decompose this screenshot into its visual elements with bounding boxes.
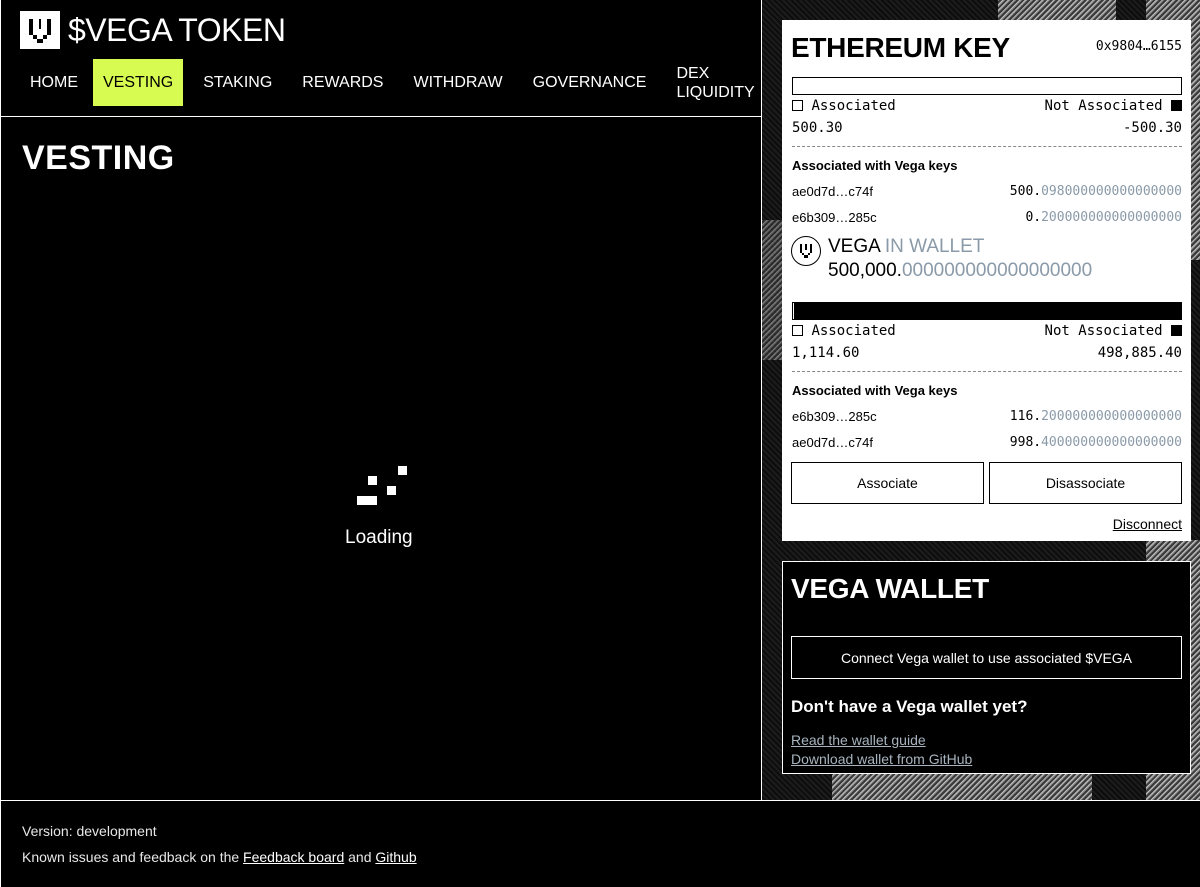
association-bar-1 bbox=[792, 77, 1182, 95]
association-bar-2 bbox=[792, 302, 1182, 320]
key-amount-int: 500. bbox=[1009, 184, 1042, 199]
not-associated-square-icon bbox=[1171, 100, 1182, 111]
nav-dex-line2: LIQUIDITY bbox=[676, 83, 755, 101]
legend-row-2: Associated Not Associated bbox=[792, 323, 1182, 339]
associated-value: 1,114.60 bbox=[792, 345, 860, 361]
header: $VEGA TOKEN HOME VESTING STAKING REWARDS… bbox=[1, 0, 761, 117]
brand[interactable]: $VEGA TOKEN bbox=[20, 11, 286, 49]
key-amount-int: 0. bbox=[1025, 210, 1042, 225]
nav-governance[interactable]: GOVERNANCE bbox=[518, 59, 662, 106]
app-title: $VEGA TOKEN bbox=[68, 11, 286, 48]
not-associated-value: 498,885.40 bbox=[1097, 345, 1182, 361]
associated-square-icon bbox=[792, 325, 803, 336]
values-row-2: 1,114.60 498,885.40 bbox=[792, 345, 1182, 361]
key-amount-dec: 098000000000000000 bbox=[1041, 184, 1182, 199]
vega-token-icon bbox=[791, 236, 821, 266]
disconnect-link[interactable]: Disconnect bbox=[1113, 516, 1182, 532]
nav-vesting[interactable]: VESTING bbox=[93, 59, 184, 106]
key-amount-dec: 200000000000000000 bbox=[1041, 210, 1182, 225]
and-text: and bbox=[348, 849, 372, 865]
legend-associated: Associated bbox=[811, 98, 896, 114]
key-row: e6b309…285c 0.200000000000000000 bbox=[792, 210, 1182, 225]
feedback-board-link[interactable]: Feedback board bbox=[243, 849, 344, 865]
feedback-prefix: Known issues and feedback on the bbox=[22, 849, 240, 865]
not-associated-value: -500.30 bbox=[1122, 120, 1182, 136]
divider bbox=[792, 371, 1182, 372]
vega-logo-icon bbox=[20, 11, 60, 49]
main-nav: HOME VESTING STAKING REWARDS WITHDRAW GO… bbox=[15, 59, 770, 106]
vega-key: ae0d7d…c74f bbox=[792, 184, 873, 199]
no-wallet-question: Don't have a Vega wallet yet? bbox=[791, 697, 1028, 716]
download-wallet-link[interactable]: Download wallet from GitHub bbox=[791, 751, 972, 767]
not-associated-square-icon bbox=[1171, 325, 1182, 336]
balance-dec: 000000000000000000 bbox=[901, 260, 1093, 281]
values-row-1: 500.30 -500.30 bbox=[792, 120, 1182, 136]
vega-wallet-card: VEGA WALLET Connect Vega wallet to use a… bbox=[782, 561, 1191, 774]
key-row: ae0d7d…c74f 998.400000000000000000 bbox=[792, 435, 1182, 450]
divider bbox=[792, 146, 1182, 147]
vega-wallet-title: VEGA WALLET bbox=[791, 573, 989, 604]
nav-staking[interactable]: STAKING bbox=[188, 59, 287, 106]
github-link[interactable]: Github bbox=[375, 849, 416, 865]
disassociate-button[interactable]: Disassociate bbox=[989, 462, 1182, 504]
key-amount-int: 116. bbox=[1009, 409, 1042, 424]
nav-withdraw[interactable]: WITHDRAW bbox=[398, 59, 517, 106]
vega-key: e6b309…285c bbox=[792, 210, 877, 225]
associated-value: 500.30 bbox=[792, 120, 843, 136]
nav-rewards[interactable]: REWARDS bbox=[287, 59, 398, 106]
legend-not-associated: Not Associated bbox=[1044, 323, 1163, 339]
vega-wallet-balance: VEGA IN WALLET 500,000.000000000000000000 bbox=[791, 236, 1092, 282]
balance-int: 500,000. bbox=[828, 260, 902, 281]
feedback-line: Known issues and feedback on the Feedbac… bbox=[22, 849, 417, 865]
legend-associated: Associated bbox=[811, 323, 896, 339]
token-name: VEGA bbox=[828, 236, 881, 257]
key-row: ae0d7d…c74f 500.098000000000000000 bbox=[792, 184, 1182, 199]
vega-key: ae0d7d…c74f bbox=[792, 435, 873, 450]
legend-row-1: Associated Not Associated bbox=[792, 98, 1182, 114]
legend-not-associated: Not Associated bbox=[1044, 98, 1163, 114]
ethereum-address: 0x9804…6155 bbox=[1095, 39, 1182, 54]
nav-dex-line1: DEX bbox=[676, 64, 710, 82]
associated-keys-heading: Associated with Vega keys bbox=[792, 158, 958, 173]
key-amount-dec: 400000000000000000 bbox=[1041, 435, 1182, 450]
ethereum-key-card: ETHEREUM KEY 0x9804…6155 Associated Not … bbox=[782, 20, 1191, 541]
nav-dex-liquidity[interactable]: DEX LIQUIDITY bbox=[661, 59, 769, 106]
associated-keys-heading: Associated with Vega keys bbox=[792, 383, 958, 398]
footer: Version: development Known issues and fe… bbox=[0, 800, 1200, 887]
key-amount-dec: 200000000000000000 bbox=[1041, 409, 1182, 424]
version-text: Version: development bbox=[22, 823, 157, 839]
wallet-guide-link[interactable]: Read the wallet guide bbox=[791, 732, 926, 748]
main-panel: $VEGA TOKEN HOME VESTING STAKING REWARDS… bbox=[0, 0, 762, 801]
page-title: VESTING bbox=[22, 139, 175, 177]
key-amount-int: 998. bbox=[1009, 435, 1042, 450]
associate-button[interactable]: Associate bbox=[791, 462, 984, 504]
ethereum-key-title: ETHEREUM KEY bbox=[791, 32, 1010, 63]
vega-key: e6b309…285c bbox=[792, 409, 877, 424]
loading-text: Loading bbox=[345, 527, 413, 548]
key-row: e6b309…285c 116.200000000000000000 bbox=[792, 409, 1182, 424]
nav-home[interactable]: HOME bbox=[15, 59, 93, 106]
connect-vega-wallet-button[interactable]: Connect Vega wallet to use associated $V… bbox=[791, 636, 1182, 679]
token-location: IN WALLET bbox=[884, 236, 985, 257]
associated-square-icon bbox=[792, 100, 803, 111]
